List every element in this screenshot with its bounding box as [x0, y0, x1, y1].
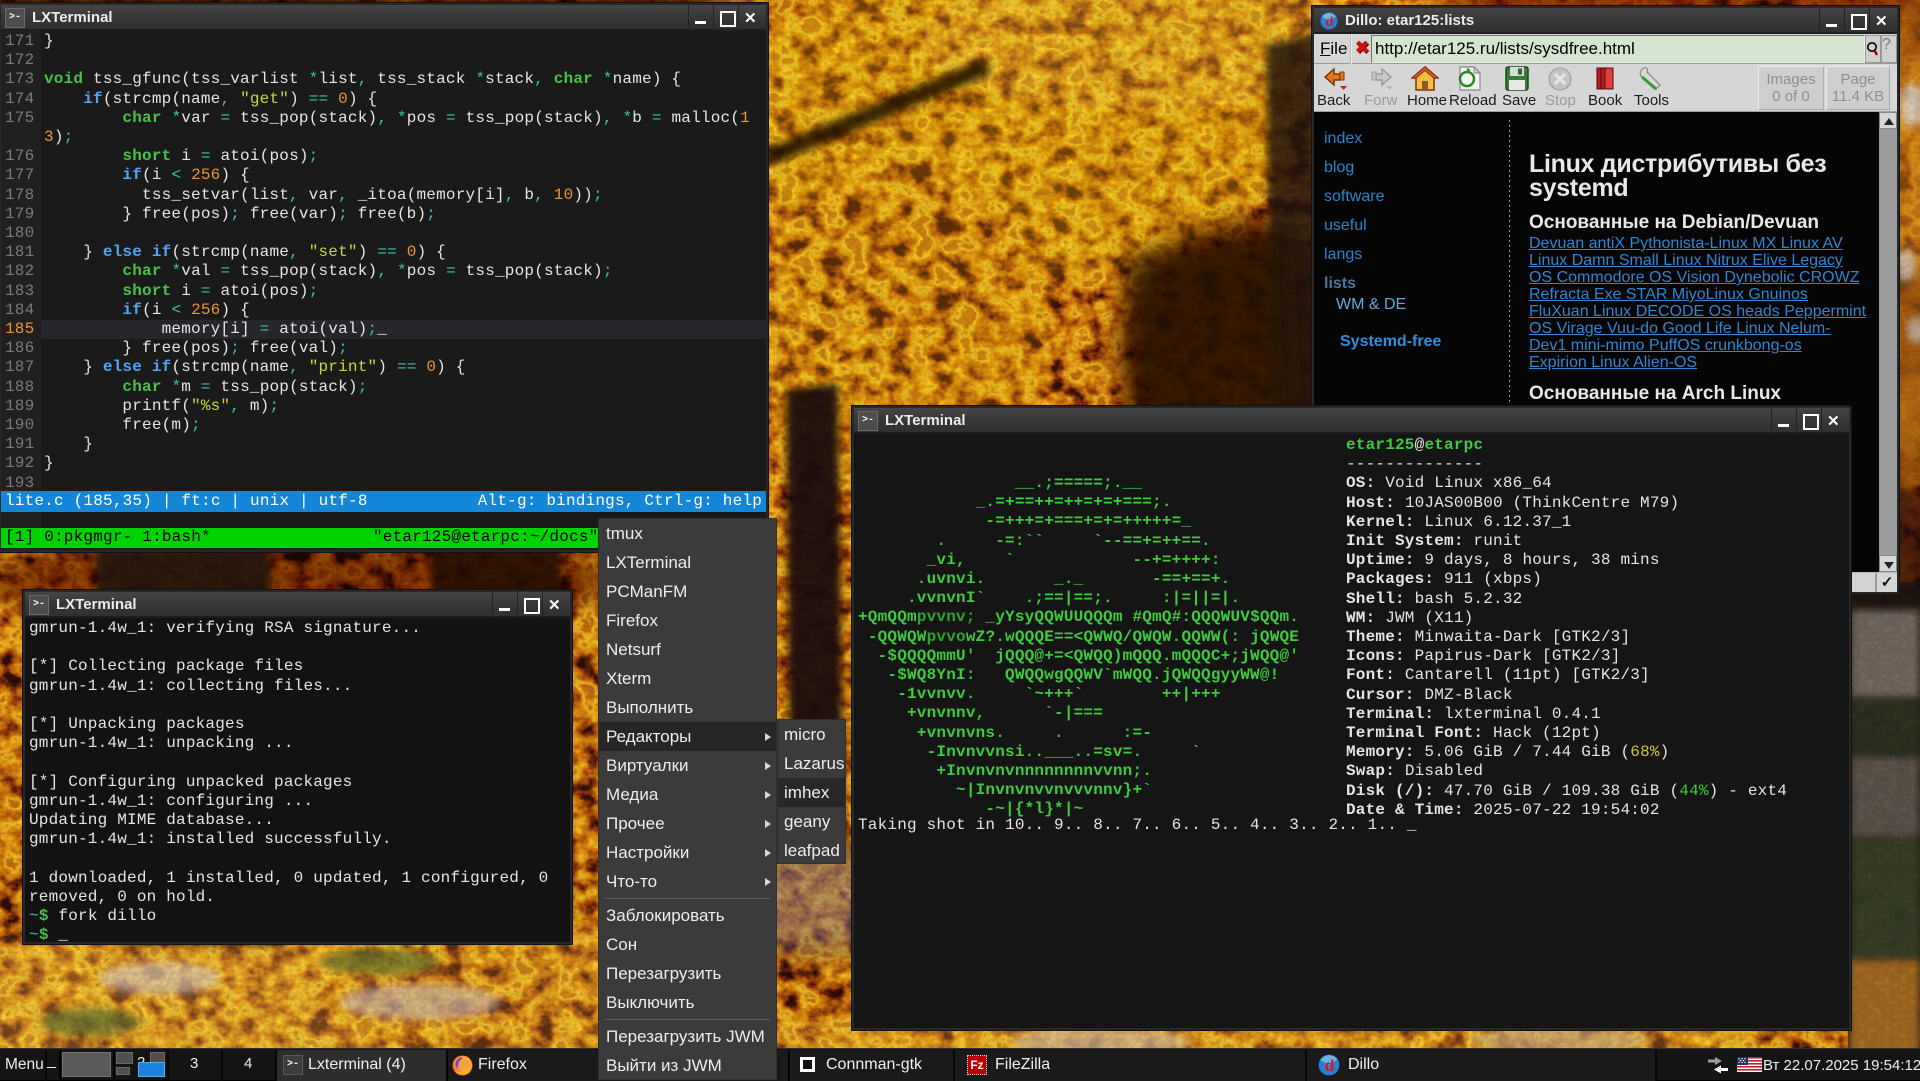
svg-text:d: d: [1325, 1058, 1335, 1075]
svg-text:d: d: [1326, 14, 1334, 29]
